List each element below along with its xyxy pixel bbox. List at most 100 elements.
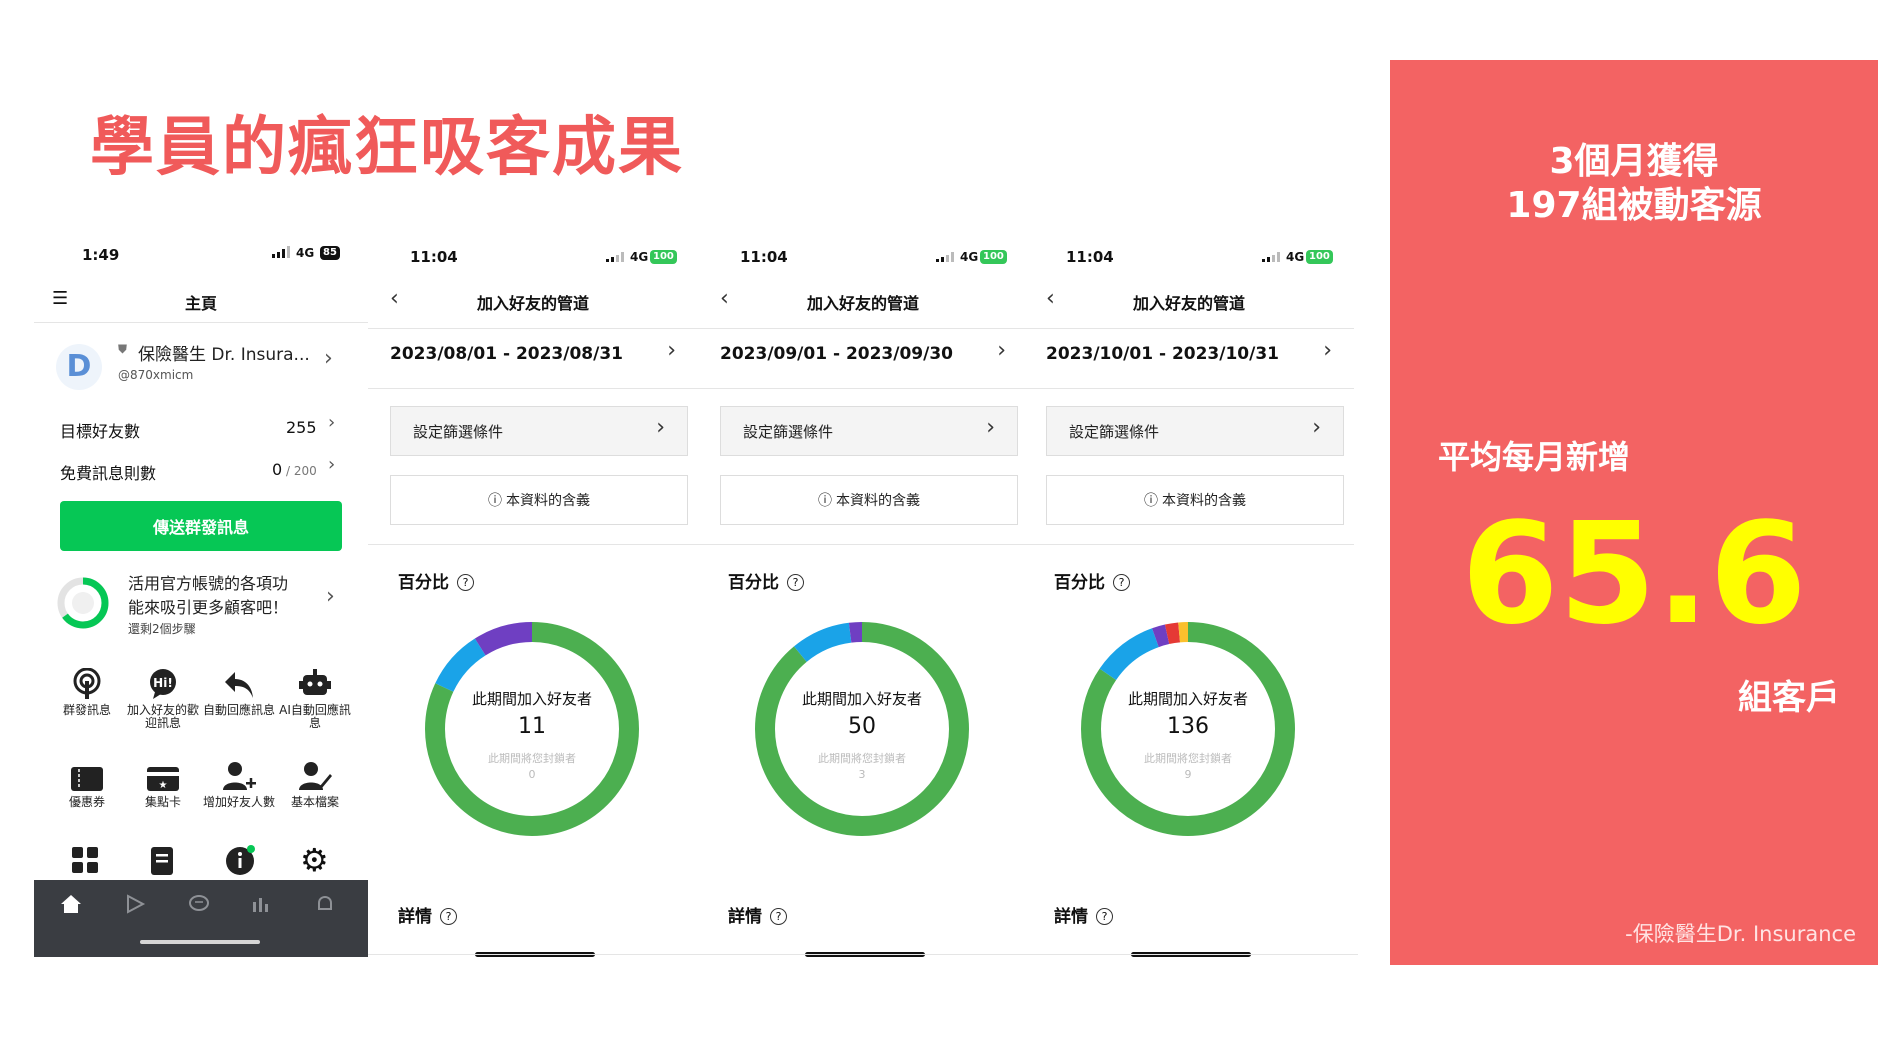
coupon-icon (48, 756, 126, 792)
percent-section-title: 百分比? (398, 568, 474, 593)
blocked-value: 9 (1184, 768, 1192, 781)
average-value: 65.6 (1461, 493, 1807, 656)
signal-icon (936, 252, 954, 262)
divider (368, 328, 698, 329)
promo-card[interactable]: 活用官方帳號的各項功 能來吸引更多顧客吧！ 還剩2個步驟 › (34, 566, 368, 646)
free-messages-value: 0 / 200 (272, 460, 317, 479)
grid-profile[interactable]: 基本檔案 (276, 756, 354, 809)
chevron-right-icon: › (656, 415, 665, 440)
target-friends-value: 255 (286, 418, 317, 437)
chevron-right-icon: › (326, 584, 335, 609)
blocked-label: 此期間將您封鎖者 (488, 752, 576, 765)
promo-text-2: 能來吸引更多顧客吧！ (128, 598, 289, 617)
next-period-chevron-icon[interactable]: › (667, 338, 676, 363)
home-phone-screen: 1:49 4G 85 ☰ 主頁 D ⛊ 保險醫生 Dr. Insura... @… (34, 232, 368, 957)
more-apps-icon[interactable] (71, 846, 99, 878)
help-icon: ? (1096, 908, 1113, 925)
grid-coupon[interactable]: 優惠券 (48, 756, 126, 809)
credit-text: -保險醫生Dr. Insurance (1625, 922, 1856, 946)
play-tab-icon[interactable] (124, 894, 146, 918)
stats-phone-oct: 11:04 4G 100 ‹ 加入好友的管道 2023/10/01 - 2023… (1024, 232, 1354, 957)
donut-center-value: 50 (848, 714, 876, 739)
broadcast-button[interactable]: 傳送群發訊息 (60, 501, 342, 551)
account-name: 保險醫生 Dr. Insura... (138, 345, 310, 365)
screen-header: 加入好友的管道 (476, 294, 589, 313)
help-icon: ? (440, 908, 457, 925)
grid-add-friends[interactable]: 增加好友人數 (200, 756, 278, 809)
percent-section-title: 百分比? (728, 568, 804, 593)
signal-icon (1262, 252, 1280, 262)
blocked-label: 此期間將您封鎖者 (818, 752, 906, 765)
battery-icon: 100 (980, 250, 1007, 264)
analytics-tab-icon[interactable] (250, 894, 272, 918)
divider (1024, 388, 1354, 389)
divider (34, 322, 368, 323)
grid-auto-reply[interactable]: 自動回應訊息 (200, 664, 278, 717)
grid-point-card[interactable]: ★ 集點卡 (124, 756, 202, 809)
home-tab-icon[interactable] (60, 894, 82, 918)
divider (1024, 544, 1354, 545)
info-circle-icon: ⓘ (488, 493, 502, 509)
next-period-chevron-icon[interactable]: › (1323, 338, 1332, 363)
info-circle-icon: ⓘ (818, 493, 832, 509)
progress-ring-icon (57, 577, 109, 629)
help-icon: ? (457, 574, 474, 591)
network-label: 4G (630, 250, 649, 264)
data-meaning-button[interactable]: ⓘ 本資料的含義 (1046, 475, 1344, 525)
info-circle-icon: ⓘ (1144, 493, 1158, 509)
next-period-chevron-icon[interactable]: › (997, 338, 1006, 363)
status-time: 11:04 (410, 248, 458, 266)
signal-icon (272, 246, 290, 258)
unit-label: 組客戶 (1738, 678, 1840, 718)
robot-icon (276, 664, 354, 700)
data-meaning-button[interactable]: ⓘ 本資料的含義 (390, 475, 688, 525)
promo-steps: 還剩2個步驟 (128, 622, 196, 636)
status-time: 11:04 (740, 248, 788, 266)
grid-ai-auto-reply[interactable]: AI自動回應訊息 (276, 664, 354, 730)
grid-broadcast[interactable]: 群發訊息 (48, 664, 126, 717)
help-icon: ? (787, 574, 804, 591)
account-avatar: D (56, 344, 102, 390)
chevron-right-icon[interactable]: › (328, 412, 335, 433)
add-friend-icon (200, 756, 278, 792)
chevron-right-icon: › (1312, 415, 1321, 440)
donut-center-label: 此期間加入好友者 (471, 690, 592, 708)
divider (698, 388, 1028, 389)
screen-header: 加入好友的管道 (806, 294, 919, 313)
bottom-tab-bar (34, 880, 368, 957)
free-messages-label: 免費訊息則數 (60, 464, 157, 483)
help-icon: ? (1113, 574, 1130, 591)
page-title: 學員的瘋狂吸客成果 (90, 111, 684, 185)
stats-phone-aug: 11:04 4G 100 ‹ 加入好友的管道 2023/08/01 - 2023… (368, 232, 698, 957)
document-icon[interactable] (150, 846, 176, 880)
date-range: 2023/10/01 - 2023/10/31 (1046, 344, 1279, 364)
promo-text-1: 活用官方帳號的各項功 (128, 574, 289, 593)
data-meaning-button[interactable]: ⓘ 本資料的含義 (720, 475, 1018, 525)
chevron-right-icon: › (324, 346, 333, 371)
divider (1024, 328, 1354, 329)
filter-button[interactable]: 設定篩選條件 › (720, 406, 1018, 456)
account-id: @870xmicm (118, 368, 194, 382)
divider (368, 954, 1358, 955)
broadcast-icon (48, 664, 126, 700)
details-section-title: 詳情? (728, 902, 787, 927)
status-time: 11:04 (1066, 248, 1114, 266)
gear-icon[interactable]: ⚙ (300, 844, 329, 876)
profile-icon (276, 756, 354, 792)
summary-panel: 3個月獲得 197組被動客源 平均每月新增 65.6 組客戶 -保險醫生Dr. I… (1390, 60, 1878, 965)
bell-tab-icon[interactable] (314, 894, 336, 918)
average-label: 平均每月新增 (1438, 438, 1631, 476)
account-card[interactable]: D ⛊ 保險醫生 Dr. Insura... @870xmicm › (34, 332, 368, 402)
filter-button[interactable]: 設定篩選條件 › (390, 406, 688, 456)
grid-welcome-message[interactable]: Hi! 加入好友的歡迎訊息 (124, 664, 202, 730)
blocked-value: 0 (528, 768, 536, 781)
donut-center-label: 此期間加入好友者 (801, 690, 922, 708)
chat-tab-icon[interactable] (188, 894, 210, 918)
info-icon[interactable] (224, 844, 256, 880)
network-label: 4G (1286, 250, 1305, 264)
chevron-right-icon[interactable]: › (328, 454, 335, 475)
details-section-title: 詳情? (398, 902, 457, 927)
donut-center-value: 136 (1167, 714, 1209, 739)
filter-button[interactable]: 設定篩選條件 › (1046, 406, 1344, 456)
details-section-title: 詳情? (1054, 902, 1113, 927)
